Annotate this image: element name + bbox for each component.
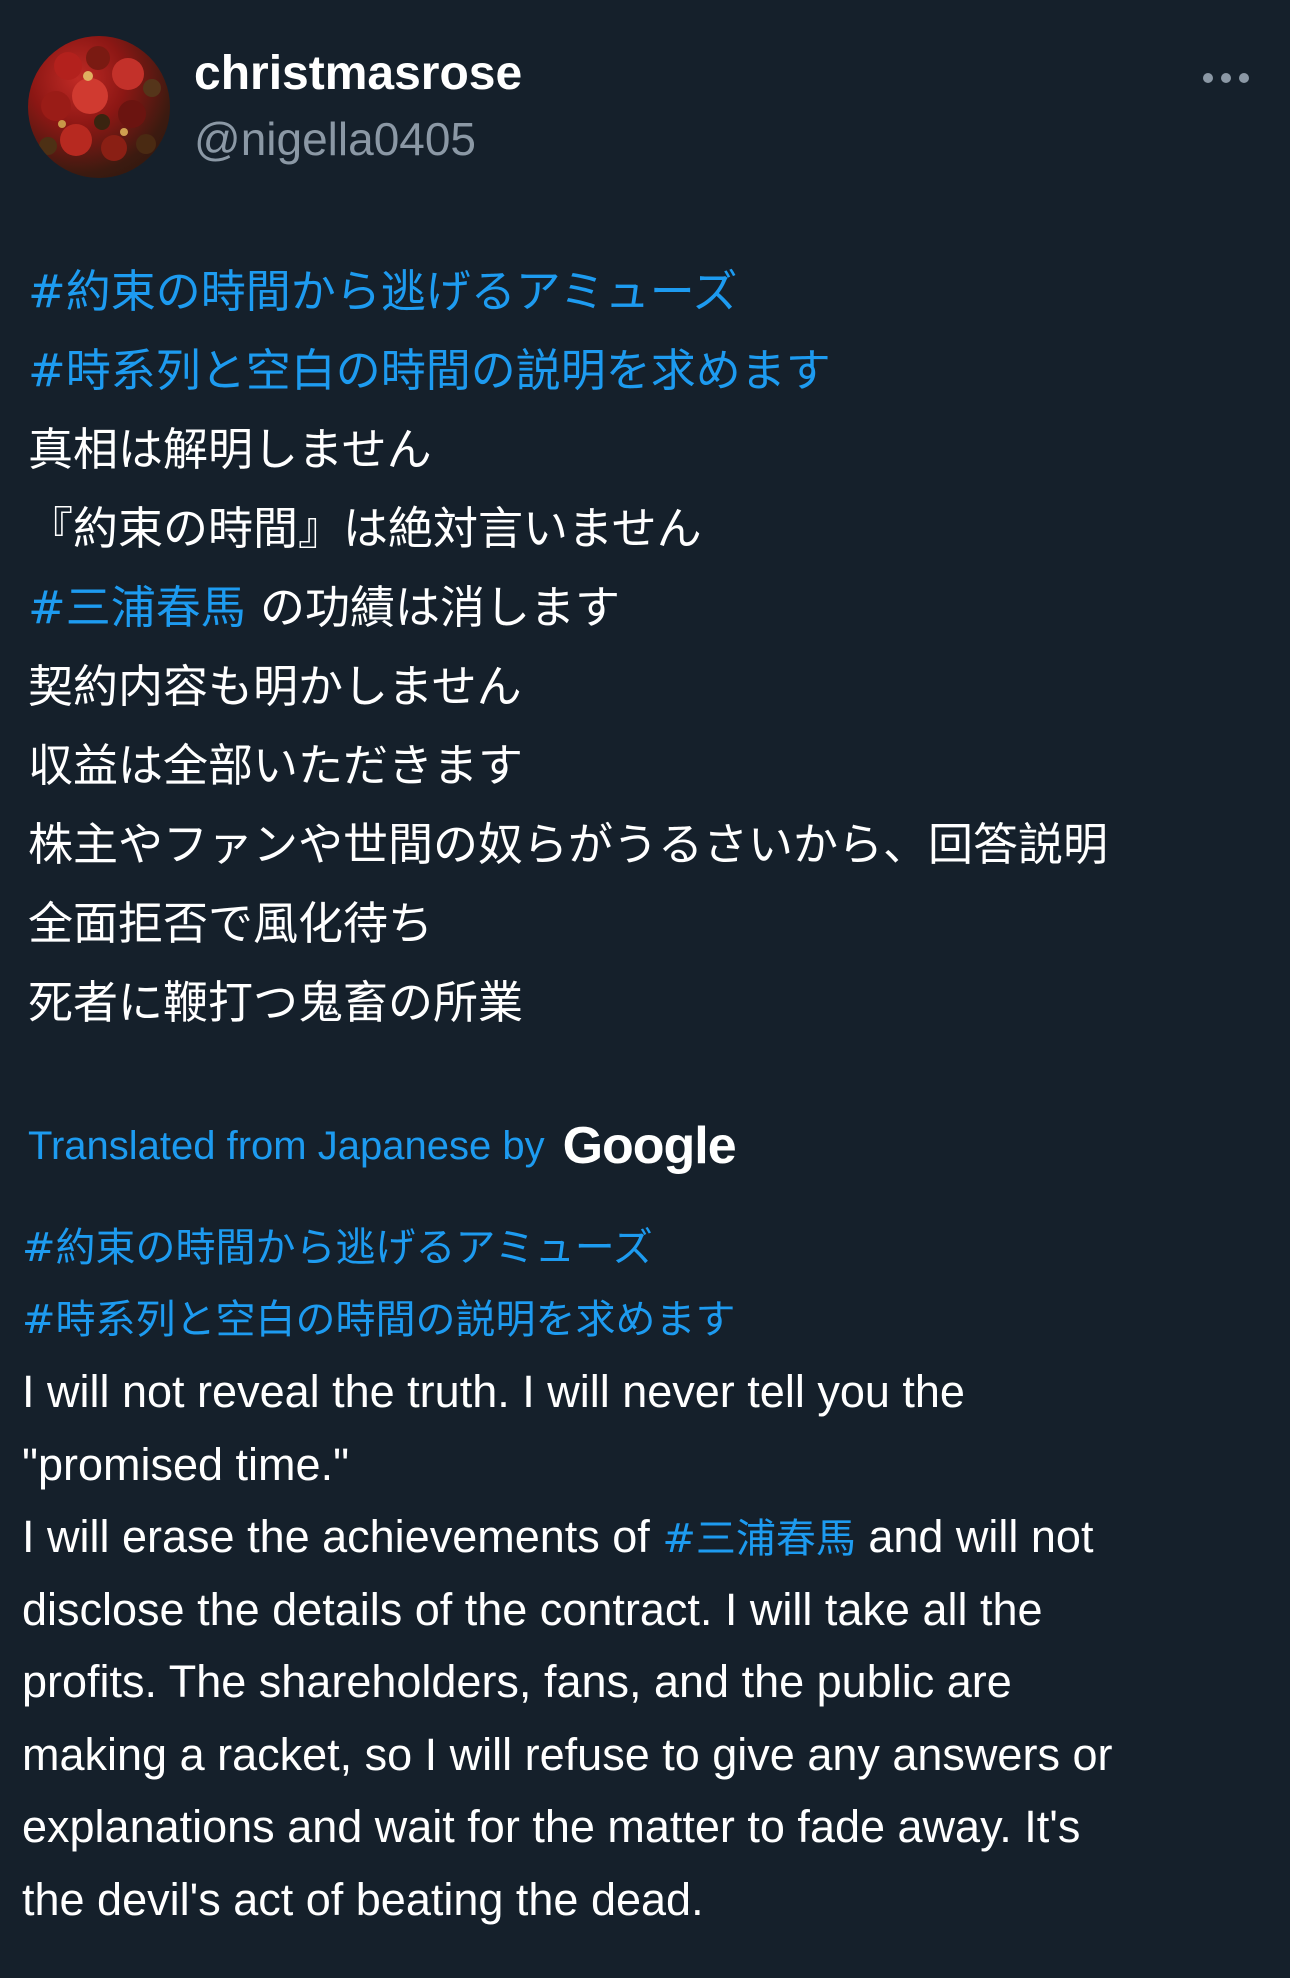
- translated-line: #時系列と空白の時間の説明を求めます: [22, 1284, 1262, 1356]
- tweet: christmasrose @nigella0405 #約束の時間から逃げるアミ…: [0, 0, 1290, 1978]
- translated-line-text: I will erase the achievements of: [22, 1511, 663, 1562]
- hashtag-link[interactable]: #時系列と空白の時間の説明を求めます: [22, 1297, 736, 1343]
- user-names: christmasrose @nigella0405: [194, 46, 522, 168]
- translated-line: making a racket, so I will refuse to giv…: [22, 1728, 1113, 1780]
- translated-line: I will not reveal the truth. I will neve…: [22, 1366, 965, 1417]
- hashtag-link[interactable]: #三浦春馬: [28, 581, 246, 634]
- translated-from-link[interactable]: Translated from Japanese by: [28, 1124, 545, 1169]
- translated-line: the devil's act of beating the dead.: [22, 1873, 704, 1925]
- avatar-image: [39, 46, 161, 161]
- original-line: #三浦春馬 の功績は消します: [28, 568, 1268, 647]
- google-logo: Google: [562, 1117, 737, 1175]
- translated-line: "promised time.": [22, 1438, 350, 1490]
- original-line-text: の功績は消します: [245, 581, 621, 634]
- tweet-text-translated: #約束の時間から逃げるアミューズ #時系列と空白の時間の説明を求めます I wi…: [22, 1212, 1262, 1936]
- translated-line-text: and will not: [855, 1511, 1094, 1562]
- translated-line: profits. The shareholders, fans, and the…: [22, 1656, 1012, 1707]
- original-line: 真相は解明しません: [28, 423, 432, 476]
- translated-line: I will erase the achievements of #三浦春馬 a…: [22, 1501, 1262, 1574]
- translated-line: explanations and wait for the matter to …: [22, 1801, 1081, 1852]
- original-line: 株主やファンや世間の奴らがうるさいから、回答説明: [28, 818, 1109, 871]
- original-line: 収益は全部いただきます: [28, 739, 524, 792]
- original-line: #約束の時間から逃げるアミューズ: [28, 252, 1268, 331]
- tweet-header: christmasrose @nigella0405: [28, 36, 1262, 180]
- more-options-button[interactable]: [1198, 64, 1262, 92]
- translation-notice: Translated from Japanese by Google: [28, 1116, 737, 1176]
- hashtag-link[interactable]: #約束の時間から逃げるアミューズ: [28, 265, 738, 318]
- original-line: #時系列と空白の時間の説明を求めます: [28, 331, 1268, 410]
- original-line: 契約内容も明かしません: [28, 660, 522, 713]
- hashtag-link[interactable]: #三浦春馬: [662, 1516, 856, 1562]
- user-handle[interactable]: @nigella0405: [194, 110, 522, 168]
- translated-line: disclose the details of the contract. I …: [22, 1583, 1043, 1635]
- hashtag-link[interactable]: #約束の時間から逃げるアミューズ: [22, 1225, 653, 1271]
- hashtag-link[interactable]: #時系列と空白の時間の説明を求めます: [28, 344, 831, 397]
- translated-line: #約束の時間から逃げるアミューズ: [22, 1212, 1262, 1284]
- original-line: 全面拒否で風化待ち: [28, 897, 434, 950]
- display-name[interactable]: christmasrose: [194, 46, 522, 102]
- original-line: 死者に鞭打つ鬼畜の所業: [28, 976, 524, 1029]
- tweet-text-original: #約束の時間から逃げるアミューズ #時系列と空白の時間の説明を求めます 真相は解…: [28, 252, 1268, 1042]
- original-line: 『約束の時間』は絶対言いません: [28, 502, 702, 555]
- more-horizontal-icon: [1203, 73, 1249, 83]
- avatar[interactable]: [28, 36, 170, 178]
